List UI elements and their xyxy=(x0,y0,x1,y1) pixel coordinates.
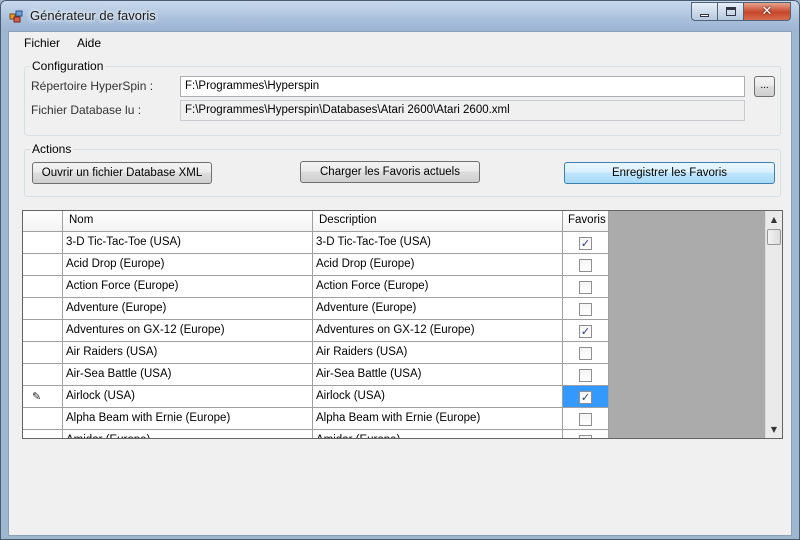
scroll-up-icon[interactable]: ▲ xyxy=(766,211,782,228)
client-area: Fichier Aide Configuration Répertoire Hy… xyxy=(8,31,792,536)
cell-nom[interactable]: Alpha Beam with Ernie (Europe) xyxy=(63,408,313,430)
checkbox-unchecked[interactable] xyxy=(579,281,592,294)
load-favorites-button[interactable]: Charger les Favoris actuels xyxy=(300,161,480,183)
checkbox-unchecked[interactable] xyxy=(579,413,592,426)
row-header[interactable] xyxy=(23,408,63,430)
cell-favoris: ✓ xyxy=(563,232,609,254)
row-header[interactable] xyxy=(23,232,63,254)
table-row[interactable]: Acid Drop (Europe) Acid Drop (Europe) xyxy=(23,254,609,276)
browse-button[interactable]: ... xyxy=(754,76,775,97)
cell-favoris xyxy=(563,342,609,364)
cell-nom[interactable]: Acid Drop (Europe) xyxy=(63,254,313,276)
column-header-favoris[interactable]: Favoris xyxy=(563,211,609,232)
cell-description[interactable]: 3-D Tic-Tac-Toe (USA) xyxy=(313,232,563,254)
database-file-field: F:\Programmes\Hyperspin\Databases\Atari … xyxy=(180,100,745,121)
checkbox-unchecked[interactable] xyxy=(579,435,592,438)
cell-favoris xyxy=(563,298,609,320)
cell-description[interactable]: Alpha Beam with Ernie (Europe) xyxy=(313,408,563,430)
checkbox-unchecked[interactable] xyxy=(579,259,592,272)
cell-nom[interactable]: Adventures on GX-12 (Europe) xyxy=(63,320,313,342)
cell-nom[interactable]: 3-D Tic-Tac-Toe (USA) xyxy=(63,232,313,254)
table-row[interactable]: Action Force (Europe) Action Force (Europ… xyxy=(23,276,609,298)
cell-description[interactable]: Adventures on GX-12 (Europe) xyxy=(313,320,563,342)
table-row[interactable]: Adventure (Europe) Adventure (Europe) xyxy=(23,298,609,320)
table-row[interactable]: ✎ Airlock (USA) Airlock (USA) ✓ xyxy=(23,386,609,408)
app-window: Générateur de favoris ✕ Fichier Aide Con… xyxy=(0,0,800,540)
column-header-description[interactable]: Description xyxy=(313,211,563,232)
checkbox-checked[interactable]: ✓ xyxy=(579,325,592,338)
save-favorites-button[interactable]: Enregistrer les Favoris xyxy=(564,162,775,184)
cell-nom[interactable]: Action Force (Europe) xyxy=(63,276,313,298)
minimize-button[interactable] xyxy=(691,2,718,21)
cell-favoris: ✓ xyxy=(563,320,609,342)
cell-favoris xyxy=(563,254,609,276)
table-row[interactable]: Amidar (Europe)Amidar (Europe) xyxy=(23,430,609,438)
table-row[interactable]: Air Raiders (USA) Air Raiders (USA) xyxy=(23,342,609,364)
cell-description[interactable]: Airlock (USA) xyxy=(313,386,563,408)
cell-nom[interactable]: Amidar (Europe) xyxy=(63,430,313,438)
menu-bar: Fichier Aide xyxy=(9,32,791,54)
menu-fichier[interactable]: Fichier xyxy=(24,36,60,50)
actions-group: Actions Ouvrir un fichier Database XML C… xyxy=(24,142,781,197)
cell-description[interactable]: Air-Sea Battle (USA) xyxy=(313,364,563,386)
cell-description[interactable]: Amidar (Europe) xyxy=(313,430,563,438)
grid-header: Nom Description Favoris xyxy=(23,211,609,232)
cell-description[interactable]: Adventure (Europe) xyxy=(313,298,563,320)
checkbox-checked[interactable]: ✓ xyxy=(579,391,592,404)
cell-favoris xyxy=(563,364,609,386)
checkbox-unchecked[interactable] xyxy=(579,347,592,360)
cell-description[interactable]: Air Raiders (USA) xyxy=(313,342,563,364)
table-row[interactable]: 3-D Tic-Tac-Toe (USA) 3-D Tic-Tac-Toe (US… xyxy=(23,232,609,254)
actions-group-label: Actions xyxy=(30,142,74,156)
database-file-label: Fichier Database lu : xyxy=(31,103,142,117)
cell-favoris xyxy=(563,276,609,298)
row-header[interactable] xyxy=(23,342,63,364)
window-title: Générateur de favoris xyxy=(30,8,156,23)
menu-aide[interactable]: Aide xyxy=(77,36,101,50)
row-header[interactable]: ✎ xyxy=(23,386,63,408)
cell-nom[interactable]: Adventure (Europe) xyxy=(63,298,313,320)
row-header[interactable] xyxy=(23,298,63,320)
cell-nom[interactable]: Air Raiders (USA) xyxy=(63,342,313,364)
table-row[interactable]: Air-Sea Battle (USA) Air-Sea Battle (USA) xyxy=(23,364,609,386)
minimize-icon xyxy=(700,14,709,17)
checkbox-unchecked[interactable] xyxy=(579,303,592,316)
cell-favoris xyxy=(563,430,609,438)
cell-favoris xyxy=(563,408,609,430)
row-header[interactable] xyxy=(23,276,63,298)
checkbox-unchecked[interactable] xyxy=(579,369,592,382)
cell-nom[interactable]: Air-Sea Battle (USA) xyxy=(63,364,313,386)
maximize-button[interactable] xyxy=(717,2,744,21)
row-header[interactable] xyxy=(23,254,63,276)
table-row[interactable]: Alpha Beam with Ernie (Europe) Alpha Beam… xyxy=(23,408,609,430)
app-icon xyxy=(9,10,23,23)
close-icon: ✕ xyxy=(761,4,773,19)
table-row[interactable]: Adventures on GX-12 (Europe) Adventures o… xyxy=(23,320,609,342)
cell-nom[interactable]: Airlock (USA) xyxy=(63,386,313,408)
hyperspin-dir-input[interactable]: F:\Programmes\Hyperspin xyxy=(180,76,745,97)
row-header[interactable] xyxy=(23,364,63,386)
configuration-group: Configuration Répertoire HyperSpin : F:\… xyxy=(24,59,781,136)
column-header-nom[interactable]: Nom xyxy=(63,211,313,232)
open-database-button[interactable]: Ouvrir un fichier Database XML xyxy=(32,162,212,184)
row-header[interactable] xyxy=(23,320,63,342)
cell-description[interactable]: Acid Drop (Europe) xyxy=(313,254,563,276)
cell-favoris: ✓ xyxy=(563,386,609,408)
hyperspin-dir-label: Répertoire HyperSpin : xyxy=(31,79,154,93)
close-button[interactable]: ✕ xyxy=(743,2,791,21)
favorites-grid: Nom Description Favoris 3-D Tic-Tac-Toe … xyxy=(22,210,783,439)
header-corner[interactable] xyxy=(23,211,63,232)
row-header[interactable] xyxy=(23,430,63,438)
pencil-icon: ✎ xyxy=(32,390,42,403)
title-bar[interactable]: Générateur de favoris ✕ xyxy=(1,1,799,31)
scroll-thumb[interactable] xyxy=(767,229,781,245)
configuration-group-label: Configuration xyxy=(30,59,106,73)
maximize-icon xyxy=(726,7,736,16)
cell-description[interactable]: Action Force (Europe) xyxy=(313,276,563,298)
vertical-scrollbar[interactable]: ▲ ▼ xyxy=(765,211,782,438)
checkbox-checked[interactable]: ✓ xyxy=(579,237,592,250)
scroll-down-icon[interactable]: ▼ xyxy=(766,421,782,438)
